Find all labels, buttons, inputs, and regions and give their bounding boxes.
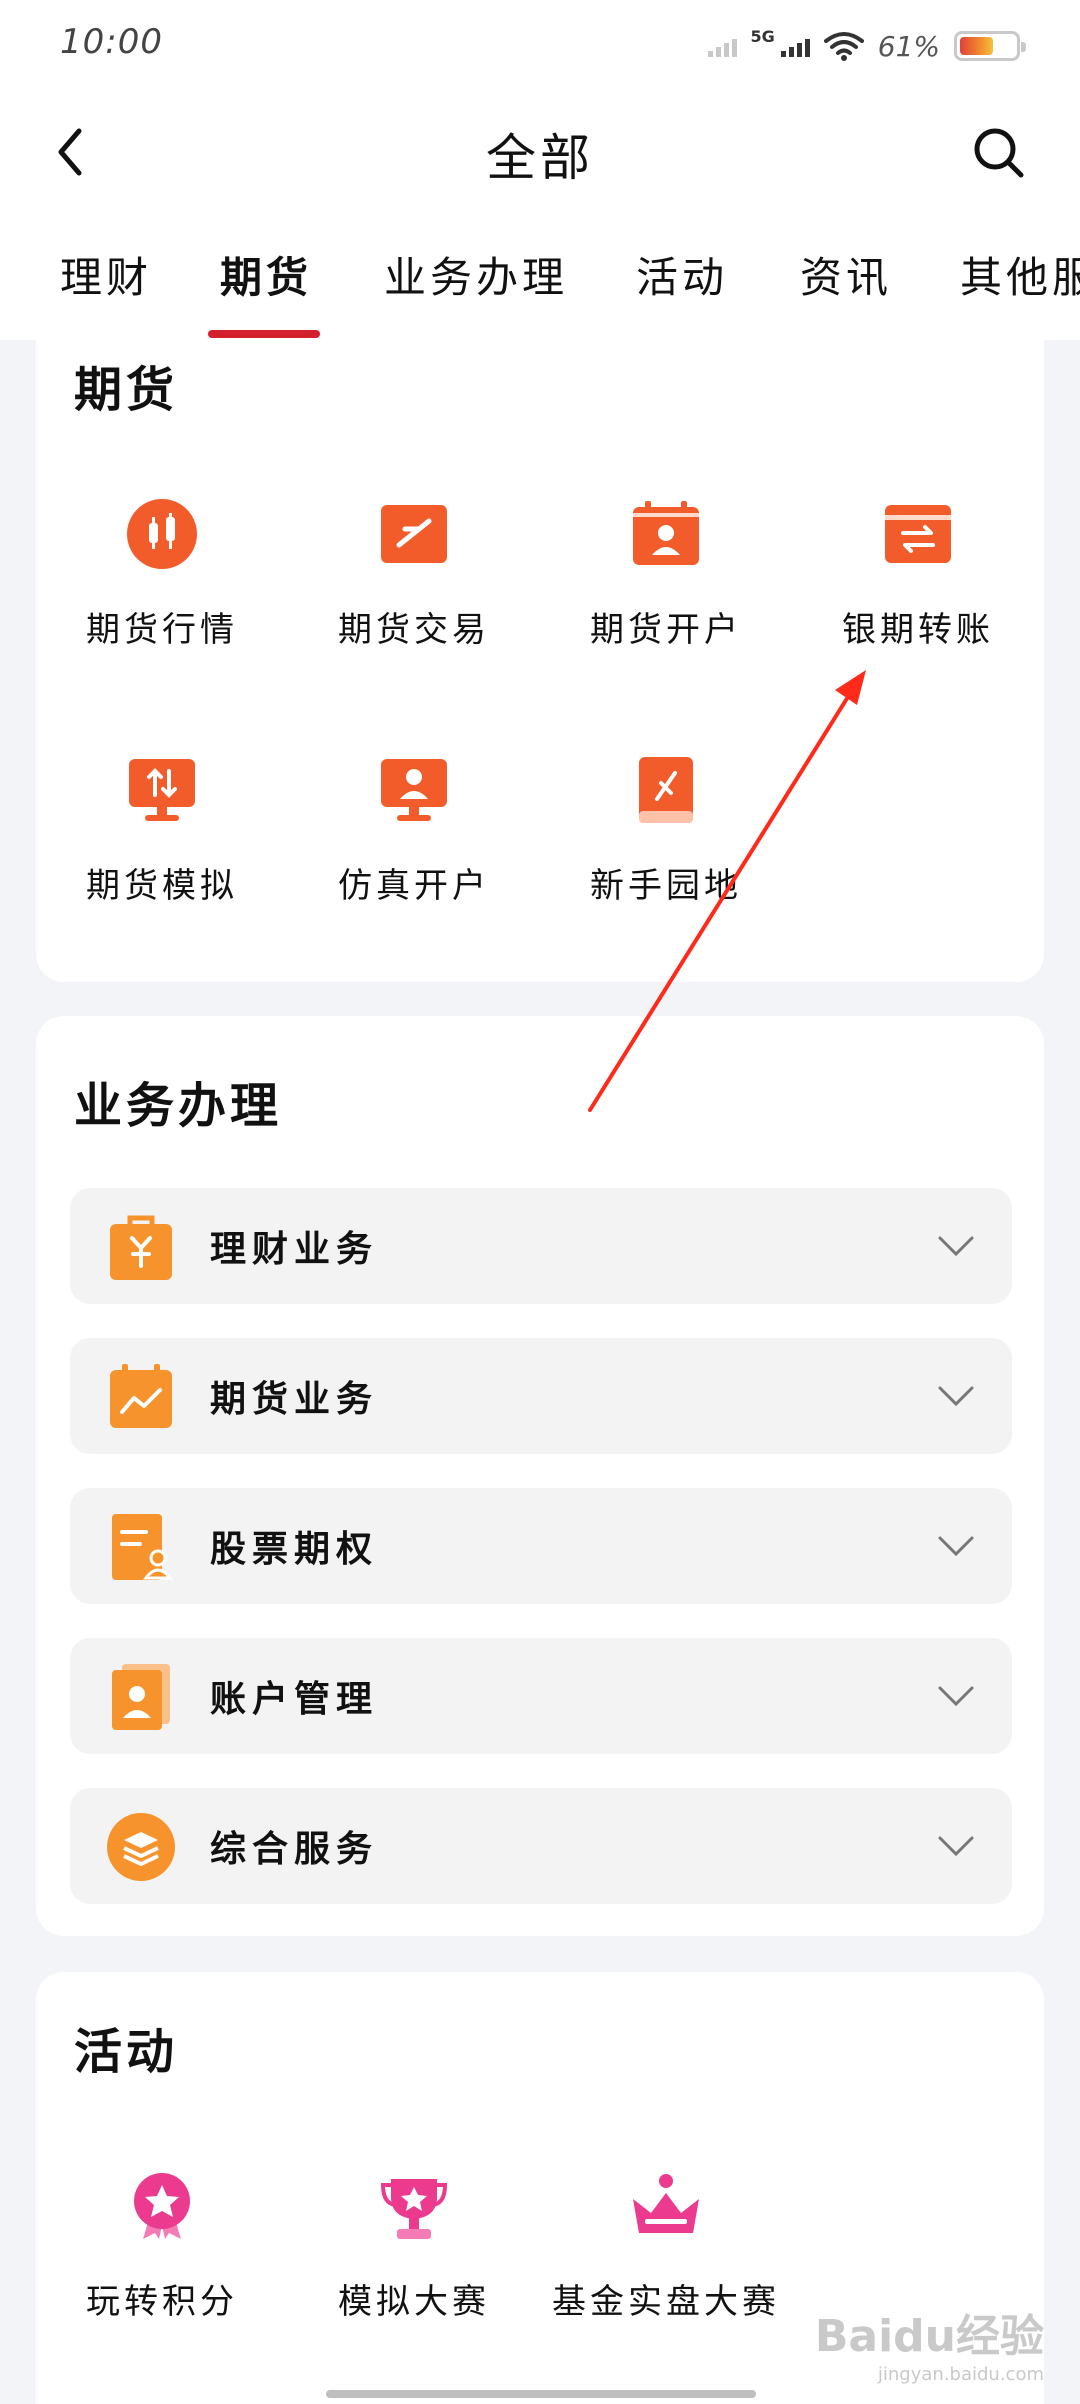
accordion-stock-options[interactable]: 股票期权 [70,1488,1012,1604]
wealth-bag-icon [106,1212,176,1282]
grid-label: 仿真开户 [338,866,490,906]
chevron-down-icon [938,1836,974,1857]
grid-label: 玩转积分 [86,2282,238,2322]
grid-label: 银期转账 [842,610,994,650]
accordion-label: 账户管理 [210,1678,379,1720]
tab-wealth[interactable]: 理财 [60,244,152,305]
signal-icon [780,35,810,57]
grid-item-futures-trade[interactable]: 期货交易 [288,498,540,678]
grid-item-futures-quotes[interactable]: 期货行情 [36,498,288,678]
account-open-icon [630,498,702,570]
grid-item-simulated-account[interactable]: 仿真开户 [288,754,540,934]
accordion-account-management[interactable]: 账户管理 [70,1638,1012,1754]
battery-icon [954,31,1026,61]
tab-news[interactable]: 资讯 [800,244,892,305]
battery-percent: 61% [877,29,940,63]
page-title: 全部 [486,129,594,187]
grid-label: 新手园地 [590,866,742,906]
header: 全部 [0,92,1080,212]
accordion-futures-business[interactable]: 期货业务 [70,1338,1012,1454]
crown-icon [630,2170,702,2242]
business-section: 业务办理 理财业务 期货业务 股票期权 账户管理 综合服务 [36,1016,1044,1936]
accordion-label: 期货业务 [210,1378,379,1420]
book-icon [630,754,702,826]
search-button[interactable] [966,120,1030,184]
grid-label: 期货开户 [590,610,742,650]
wifi-icon [823,32,864,61]
tab-activity[interactable]: 活动 [636,244,728,305]
grid-label: 期货交易 [338,610,490,650]
status-time: 10:00 [60,22,163,62]
stock-option-icon [106,1512,176,1582]
accordion-label: 股票期权 [210,1528,379,1570]
section-title-activity: 活动 [74,2024,179,2080]
layers-icon [106,1812,176,1882]
grid-label: 基金实盘大赛 [552,2282,780,2322]
chevron-down-icon [938,1686,974,1707]
watermark-brand: Baidu经验 [814,2311,1044,2362]
accordion-comprehensive-services[interactable]: 综合服务 [70,1788,1012,1904]
grid-item-fund-contest[interactable]: 基金实盘大赛 [540,2170,792,2350]
signal-sim2-icon [707,35,737,57]
transfer-icon [882,498,954,570]
watermark-site: jingyan.baidu.com [877,2364,1044,2385]
home-indicator[interactable] [326,2390,756,2398]
accordion-label: 综合服务 [210,1828,379,1870]
grid-item-points[interactable]: 玩转积分 [36,2170,288,2350]
futures-calendar-icon [106,1362,176,1432]
simulation-icon [126,754,198,826]
sim-account-icon [378,754,450,826]
trade-icon [378,498,450,570]
section-title-business: 业务办理 [74,1078,283,1134]
grid-label: 模拟大赛 [338,2282,490,2322]
account-card-icon [106,1662,176,1732]
network-type: 5G [750,26,775,46]
status-icons: 5G 61% [707,26,1026,66]
grid-item-bank-futures-transfer[interactable]: 银期转账 [792,498,1044,678]
chevron-down-icon [938,1386,974,1407]
futures-section: 期货 期货行情 期货交易 期货开户 银期转账 期货模拟 仿真开户 新手园地 [36,340,1044,982]
grid-item-futures-simulation[interactable]: 期货模拟 [36,754,288,934]
trophy-icon [378,2170,450,2242]
watermark: Baidu经验 jingyan.baidu.com [815,2300,1044,2385]
category-tabs: 理财 期货 业务办理 活动 资讯 其他服务 [0,212,1080,340]
section-title-futures: 期货 [74,362,179,418]
tab-business[interactable]: 业务办理 [384,244,568,305]
grid-label: 期货模拟 [86,866,238,906]
tab-other[interactable]: 其他服务 [960,244,1080,305]
search-icon [974,128,1024,178]
grid-item-newbie-zone[interactable]: 新手园地 [540,754,792,934]
medal-icon [126,2170,198,2242]
battery-fill [960,37,993,55]
grid-item-futures-open-account[interactable]: 期货开户 [540,498,792,678]
accordion-label: 理财业务 [210,1228,379,1270]
chevron-down-icon [938,1536,974,1557]
status-bar: 10:00 5G 61% [0,0,1080,92]
accordion-wealth-business[interactable]: 理财业务 [70,1188,1012,1304]
tab-futures[interactable]: 期货 [220,244,312,305]
grid-item-simulation-contest[interactable]: 模拟大赛 [288,2170,540,2350]
active-tab-indicator [208,330,320,338]
grid-label: 期货行情 [86,610,238,650]
candlestick-icon [126,498,198,570]
chevron-down-icon [938,1236,974,1257]
